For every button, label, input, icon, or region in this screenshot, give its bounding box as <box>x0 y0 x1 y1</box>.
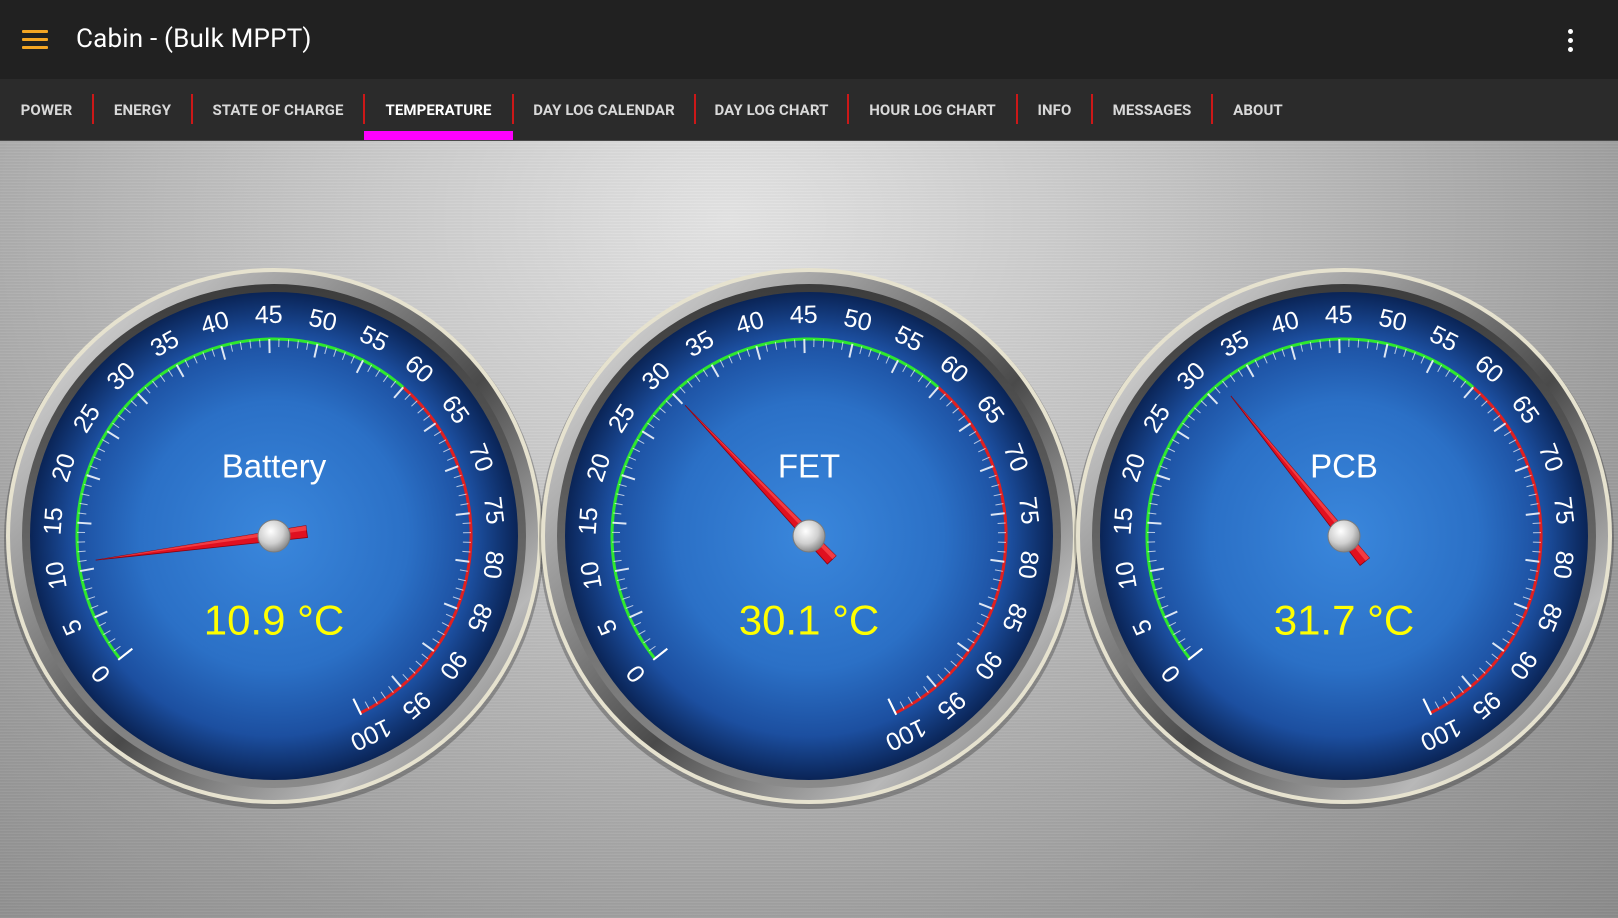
gauge-tick-label: 80 <box>477 549 508 580</box>
tab-bar: POWER ENERGY STATE OF CHARGE TEMPERATURE… <box>0 79 1618 141</box>
gauge-needle-hub <box>1327 519 1361 553</box>
tab-energy[interactable]: ENERGY <box>93 79 192 140</box>
gauge-label: PCB <box>1310 448 1378 485</box>
tab-temperature[interactable]: TEMPERATURE <box>364 79 513 140</box>
gauge-minor-tick <box>997 550 1006 553</box>
gauge-tick-label: 45 <box>254 301 282 330</box>
gauge-minor-tick <box>822 339 825 348</box>
gauges-canvas: 0510152025303540 45 50 55606570758085909510… <box>4 268 1614 809</box>
gauge-major-tick <box>77 521 92 525</box>
app-bar: Cabin - (Bulk MPPT) <box>0 0 1618 79</box>
gauge-value-readout: 30.1 °C <box>739 597 880 644</box>
gauge-minor-tick <box>1329 339 1331 348</box>
gauge-minor-tick <box>794 339 796 348</box>
gauge-tick-label: 10 <box>40 559 73 591</box>
more-vertical-icon[interactable] <box>1562 22 1578 58</box>
gauge-needle-hub <box>257 519 291 553</box>
hamburger-menu-icon[interactable] <box>14 20 56 60</box>
gauge-tick-label: 10 <box>575 559 608 591</box>
gauge-minor-tick <box>287 339 290 348</box>
gauge-minor-tick <box>997 522 1006 524</box>
gauge-major-tick <box>612 521 627 525</box>
gauge-tick-label: 75 <box>1548 495 1579 526</box>
tab-day-log-chart[interactable]: DAY LOG CHART <box>695 79 848 140</box>
gauge-minor-tick <box>612 550 621 553</box>
gauge-tick-label: 75 <box>478 495 509 526</box>
gauge-tick-label: 15 <box>1109 506 1139 536</box>
tab-about[interactable]: ABOUT <box>1212 79 1304 140</box>
gauge-major-tick <box>1147 521 1162 525</box>
tab-info[interactable]: INFO <box>1017 79 1092 140</box>
gauge-tick-label: 75 <box>1013 495 1044 526</box>
gauge-minor-tick <box>259 339 261 348</box>
tab-power[interactable]: POWER <box>0 79 93 140</box>
gauge-value-readout: 31.7 °C <box>1274 597 1415 644</box>
temperature-gauge: 0510152025303540 45 50 55606570758085909510… <box>539 268 1079 809</box>
gauge-minor-tick <box>1147 550 1156 553</box>
gauge-tick-label: 15 <box>574 506 604 536</box>
gauge-tick-label: 45 <box>1324 301 1352 330</box>
tab-day-log-calendar[interactable]: DAY LOG CALENDAR <box>513 79 695 140</box>
tab-messages[interactable]: MESSAGES <box>1092 79 1212 140</box>
gauge-tick-label: 45 <box>789 301 817 330</box>
temperature-gauge: 0510152025303540 45 50 55606570758085909510… <box>1074 268 1614 809</box>
gauge-minor-tick <box>1532 550 1541 553</box>
gauge-minor-tick <box>1532 522 1541 524</box>
gauge-tick-label: 80 <box>1547 549 1578 580</box>
temperature-gauge: 0510152025303540 45 50 55606570758085909510… <box>4 268 544 809</box>
gauge-tick-label: 10 <box>1110 559 1143 591</box>
gauge-minor-tick <box>1357 339 1360 348</box>
tab-state-of-charge[interactable]: STATE OF CHARGE <box>192 79 364 140</box>
gauge-value-readout: 10.9 °C <box>204 597 345 644</box>
gauge-minor-tick <box>462 550 471 553</box>
tab-hour-log-chart[interactable]: HOUR LOG CHART <box>848 79 1017 140</box>
temperature-panel: 0 5 10 15 20 25 30 35 40 45 50 55 60 65 70 75 80 85 90 95 10… <box>0 141 1618 918</box>
gauge-tick-label: 15 <box>39 506 69 536</box>
gauge-tick-label: 80 <box>1012 549 1043 580</box>
gauge-minor-tick <box>462 522 471 524</box>
gauge-minor-tick <box>77 550 86 553</box>
app-title: Cabin - (Bulk MPPT) <box>76 24 312 54</box>
gauge-label: Battery <box>222 448 327 485</box>
gauge-label: FET <box>778 448 840 485</box>
gauge-needle-hub <box>792 519 826 553</box>
